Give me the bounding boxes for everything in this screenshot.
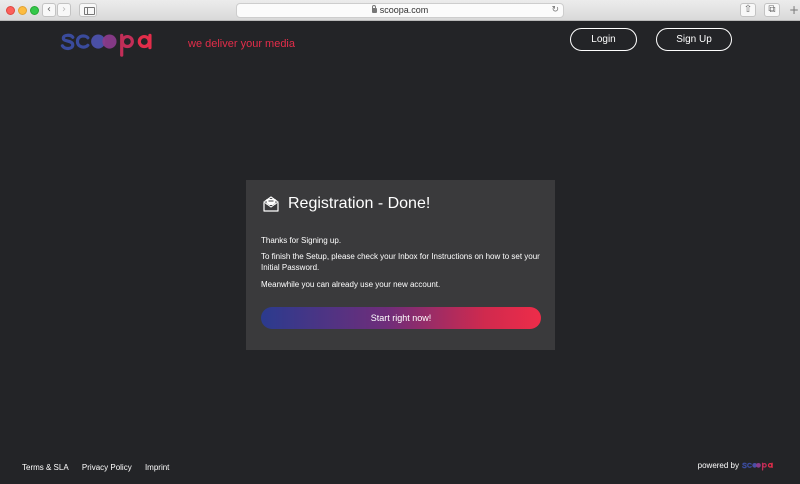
maximize-window-icon[interactable] (30, 6, 39, 15)
meanwhile-text: Meanwhile you can already use your new a… (261, 280, 441, 289)
new-tab-icon[interactable]: + (788, 3, 800, 17)
tabs-overview-icon[interactable]: ⧉ (764, 3, 780, 17)
privacy-link[interactable]: Privacy Policy (82, 463, 132, 472)
card-title: Registration - Done! (288, 195, 431, 212)
reload-icon[interactable]: ↻ (551, 4, 559, 17)
sidebar-toggle-icon[interactable] (79, 3, 97, 17)
browser-toolbar: ‹ › scoopa.com ↻ ⇧ ⧉ + (0, 0, 800, 21)
lock-icon (371, 5, 377, 13)
start-now-button[interactable]: Start right now! (261, 307, 541, 329)
scoopa-footer-logo[interactable] (742, 460, 780, 471)
envelope-open-icon (263, 196, 279, 212)
minimize-window-icon[interactable] (18, 6, 27, 15)
address-bar[interactable]: scoopa.com ↻ (236, 3, 564, 18)
powered-by-text: powered by (697, 461, 739, 470)
scoopa-logo[interactable] (57, 26, 177, 58)
url-text: scoopa.com (379, 5, 429, 15)
registration-card: Registration - Done! Thanks for Signing … (246, 180, 555, 350)
tagline: we deliver your media (188, 38, 295, 50)
share-icon[interactable]: ⇧ (740, 3, 756, 17)
imprint-link[interactable]: Imprint (145, 463, 169, 472)
powered-by: powered by (698, 460, 780, 471)
instructions-text: To finish the Setup, please check your I… (261, 252, 540, 272)
terms-link[interactable]: Terms & SLA (22, 463, 69, 472)
signup-button[interactable]: Sign Up (656, 28, 732, 51)
login-button[interactable]: Login (570, 28, 637, 51)
thanks-text: Thanks for Signing up. (261, 236, 342, 245)
close-window-icon[interactable] (6, 6, 15, 15)
footer-links: Terms & SLA Privacy Policy Imprint (22, 463, 180, 472)
forward-button[interactable]: › (57, 3, 71, 17)
back-button[interactable]: ‹ (42, 3, 56, 17)
